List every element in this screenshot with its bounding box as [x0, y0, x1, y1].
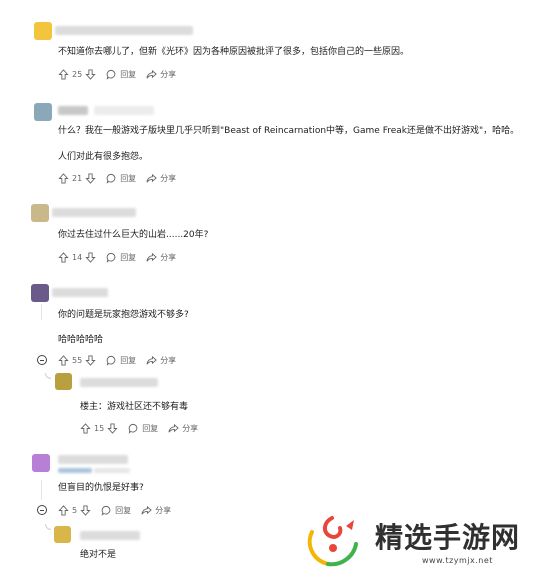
username-redacted — [94, 106, 154, 115]
share-icon — [141, 505, 152, 516]
flair-redacted — [94, 468, 130, 473]
upvote-icon[interactable] — [80, 422, 91, 434]
upvote-icon[interactable] — [58, 354, 69, 366]
avatar[interactable] — [32, 454, 50, 472]
upvote-icon[interactable] — [58, 251, 69, 263]
avatar[interactable] — [31, 204, 49, 222]
username-redacted — [52, 288, 108, 297]
comment-text: 你的问题是玩家抱怨游戏不够多? — [58, 310, 189, 320]
downvote-icon[interactable] — [80, 504, 91, 516]
watermark-name: 精选手游网 — [375, 521, 521, 554]
thread-connector — [45, 524, 51, 530]
share-button[interactable]: 分享 — [141, 505, 171, 516]
comment-actions: 5 回复 分享 — [58, 503, 181, 517]
thread-line — [41, 480, 42, 500]
reply-button[interactable]: 回复 — [106, 173, 136, 184]
flair-redacted — [58, 468, 92, 473]
avatar[interactable] — [34, 103, 52, 121]
reply-icon — [128, 423, 139, 434]
share-button[interactable]: 分享 — [146, 252, 176, 263]
vote-count: 21 — [72, 173, 83, 183]
avatar[interactable] — [55, 373, 72, 390]
collapse-thread-button[interactable] — [37, 505, 47, 515]
username-redacted — [80, 531, 140, 540]
downvote-icon[interactable] — [107, 422, 118, 434]
avatar[interactable] — [34, 22, 52, 40]
reply-button[interactable]: 回复 — [106, 252, 136, 263]
vote-count: 55 — [72, 355, 83, 365]
share-icon — [168, 423, 179, 434]
username-redacted — [80, 378, 158, 387]
share-icon — [146, 69, 157, 80]
comment-text: 哈哈哈哈哈 — [58, 335, 104, 345]
comment-text: 楼主：游戏社区还不够有毒 — [80, 402, 189, 412]
logo-mark-icon — [307, 516, 358, 567]
share-button[interactable]: 分享 — [146, 173, 176, 184]
vote-count: 14 — [72, 252, 83, 262]
avatar[interactable] — [54, 526, 71, 543]
vote-count: 5 — [72, 505, 78, 515]
reply-icon — [106, 69, 117, 80]
downvote-icon[interactable] — [85, 251, 96, 263]
downvote-icon[interactable] — [85, 354, 96, 366]
thread-connector — [45, 373, 51, 379]
watermark-logo: 精选手游网 www.tzymjx.net — [300, 510, 550, 572]
reply-icon — [106, 252, 117, 263]
comment-text: 但盲目的仇恨是好事? — [58, 483, 144, 493]
comment-actions: 25 回复 分享 — [58, 67, 186, 81]
comment-actions: 21 回复 分享 — [58, 171, 186, 185]
comment-text: 什么？我在一般游戏子版块里几乎只听到"Beast of Reincarnatio… — [58, 126, 520, 136]
downvote-icon[interactable] — [85, 68, 96, 80]
collapse-thread-button[interactable] — [37, 355, 47, 365]
vote-count: 15 — [94, 423, 105, 433]
reply-button[interactable]: 回复 — [128, 423, 158, 434]
comment-actions: 14 回复 分享 — [58, 250, 186, 264]
comment-actions: 55 回复 分享 — [58, 353, 186, 367]
reply-icon — [106, 355, 117, 366]
comment-text: 不知道你去哪儿了，但新《光环》因为各种原因被批评了很多，包括你自己的一些原因。 — [58, 47, 410, 57]
vote-count: 25 — [72, 69, 83, 79]
username-redacted — [58, 106, 88, 115]
username-redacted — [58, 455, 128, 464]
share-icon — [146, 252, 157, 263]
share-icon — [146, 173, 157, 184]
share-button[interactable]: 分享 — [146, 355, 176, 366]
username-redacted — [55, 26, 193, 35]
share-icon — [146, 355, 157, 366]
watermark-url: www.tzymjx.net — [422, 556, 493, 565]
upvote-icon[interactable] — [58, 68, 69, 80]
comment-text: 人们对此有很多抱怨。 — [58, 152, 149, 162]
reply-button[interactable]: 回复 — [106, 69, 136, 80]
thread-line — [41, 304, 42, 320]
reply-icon — [101, 505, 112, 516]
downvote-icon[interactable] — [85, 172, 96, 184]
reply-button[interactable]: 回复 — [101, 505, 131, 516]
comment-actions: 15 回复 分享 — [80, 421, 208, 435]
reply-icon — [106, 173, 117, 184]
share-button[interactable]: 分享 — [146, 69, 176, 80]
share-button[interactable]: 分享 — [168, 423, 198, 434]
comment-text: 你过去住过什么巨大的山岩......20年? — [58, 230, 209, 240]
username-redacted — [52, 208, 136, 217]
avatar[interactable] — [31, 284, 49, 302]
upvote-icon[interactable] — [58, 504, 69, 516]
reply-button[interactable]: 回复 — [106, 355, 136, 366]
upvote-icon[interactable] — [58, 172, 69, 184]
comment-text: 绝对不是 — [80, 550, 117, 560]
